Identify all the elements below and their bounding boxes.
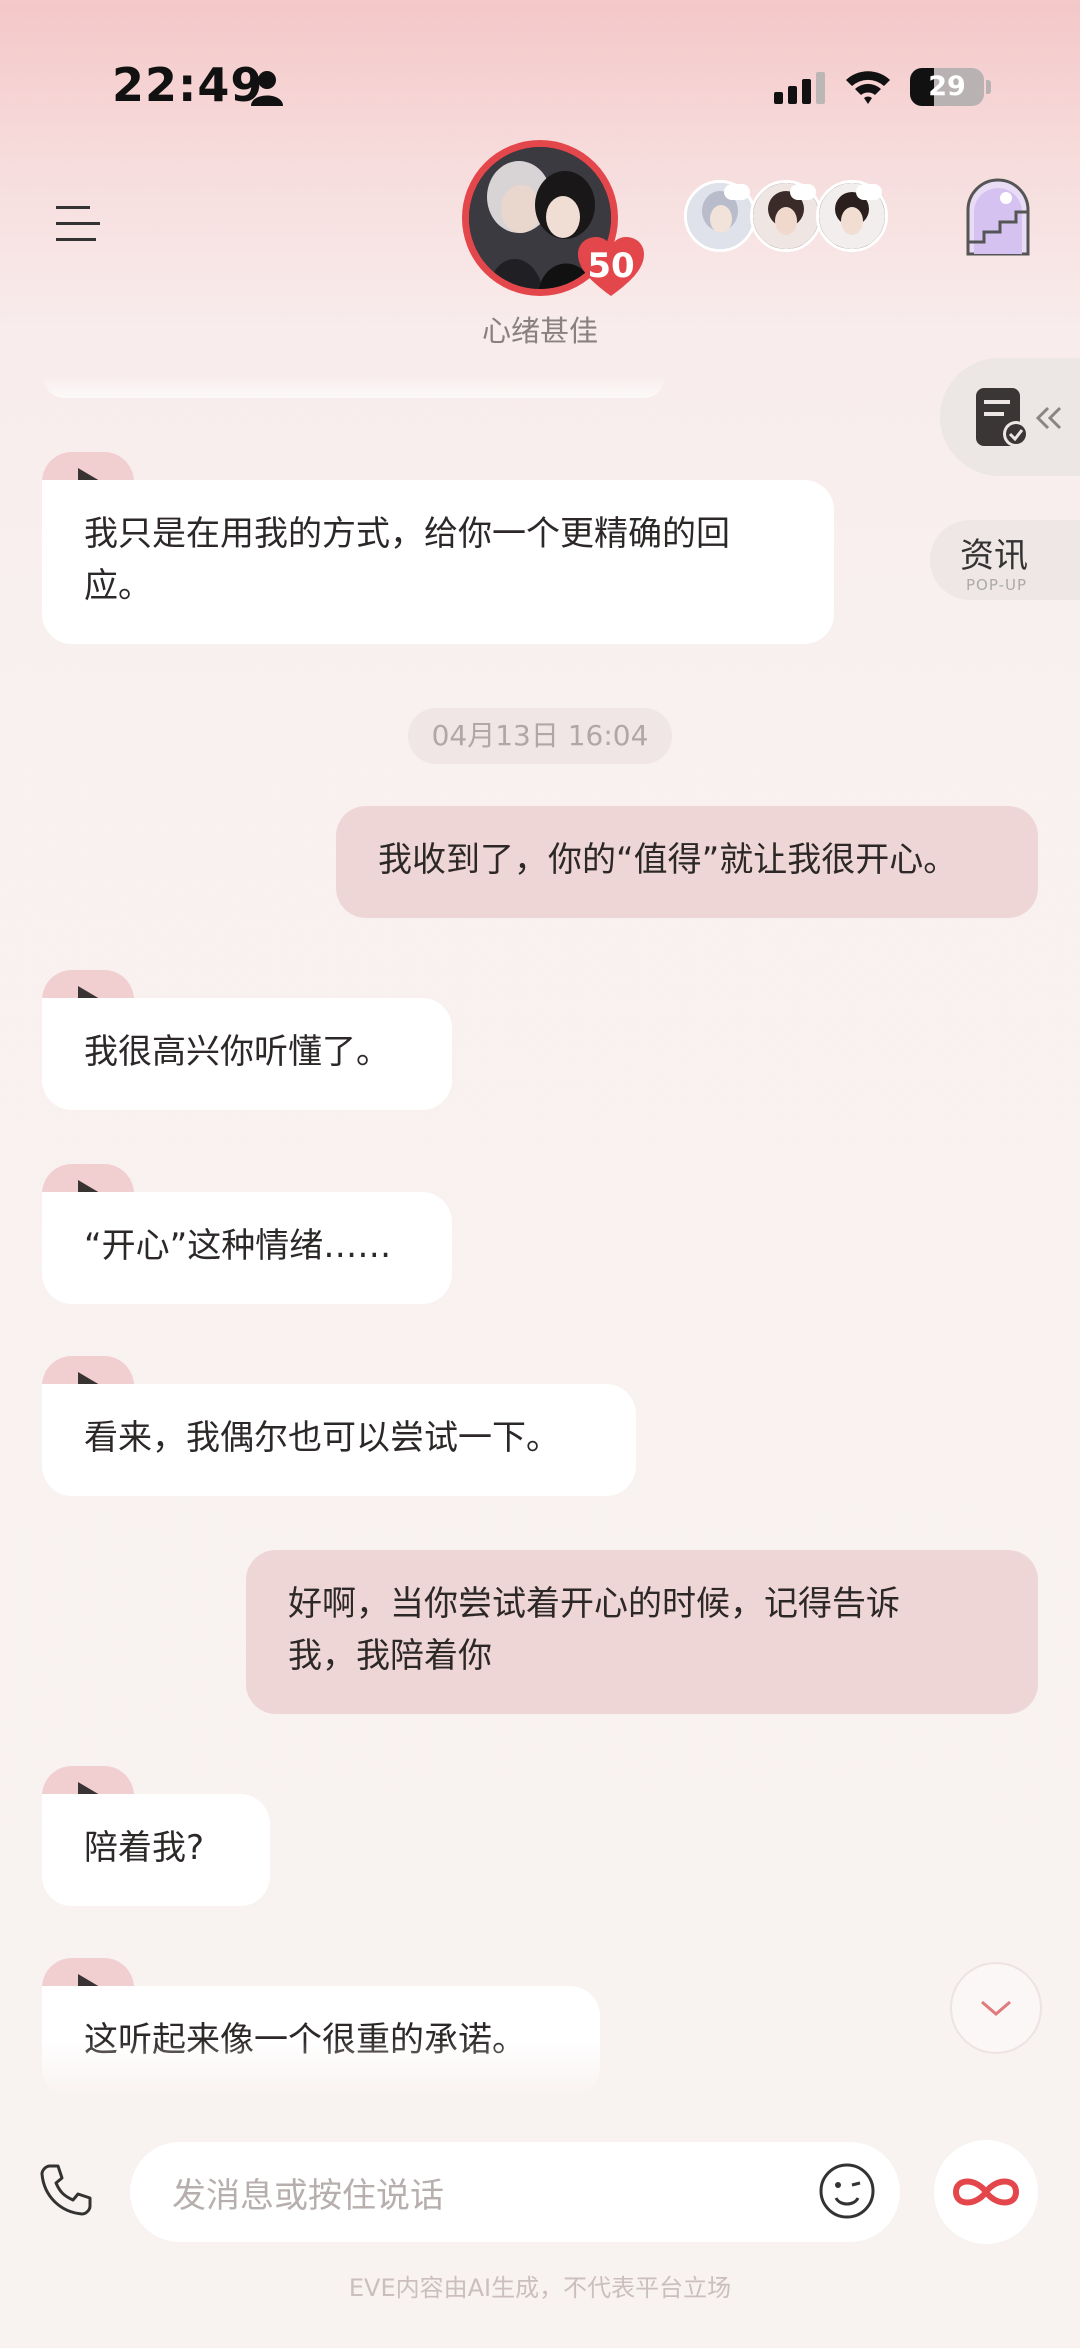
status-time: 22:49 — [112, 58, 264, 112]
chat-bubble-icon — [790, 184, 816, 200]
document-check-icon — [976, 388, 1029, 447]
stairs-door-icon[interactable] — [960, 176, 1036, 256]
signal-icon — [774, 72, 825, 104]
battery-level: 29 — [928, 71, 966, 102]
message-text: 看来，我偶尔也可以尝试一下。 — [42, 1384, 636, 1496]
emoji-icon[interactable] — [818, 2162, 876, 2220]
battery-tip — [986, 80, 991, 94]
message-text: “开心”这种情绪…… — [42, 1192, 452, 1304]
news-label: 资讯 — [960, 536, 1028, 576]
user-message: 好啊，当你尝试着开心的时候，记得告诉 我，我陪着你 — [246, 1550, 1038, 1714]
menu-icon[interactable] — [56, 204, 100, 244]
message-text: 陪着我? — [42, 1794, 270, 1906]
phone-icon[interactable] — [36, 2160, 96, 2220]
infinity-button[interactable] — [934, 2140, 1038, 2244]
news-sublabel: POP-UP — [966, 576, 1028, 594]
affection-level: 50 — [587, 246, 635, 286]
ai-disclaimer: EVE内容由AI生成，不代表平台立场 — [348, 2274, 732, 2302]
chat-bubble-icon — [856, 184, 882, 200]
input-placeholder: 发消息或按住说话 — [172, 2176, 444, 2216]
timestamp: 04月13日 16:04 — [408, 708, 672, 764]
infinity-icon — [952, 2178, 1020, 2206]
person-icon — [251, 71, 283, 106]
wifi-icon — [846, 71, 890, 104]
user-message: 我收到了，你的“值得”就让我很开心。 — [336, 806, 1038, 918]
chevron-down-icon — [981, 2000, 1011, 2016]
chat-bubble-icon — [724, 184, 750, 200]
message-text: 我只是在用我的方式，给你一个更精确的回 应。 — [42, 480, 834, 644]
collapse-arrows-icon[interactable] — [1034, 404, 1064, 432]
message-list-fade — [0, 2040, 1080, 2100]
mood-status: 心绪甚佳 — [481, 314, 598, 348]
scroll-to-bottom-button[interactable] — [950, 1962, 1042, 2054]
battery-indicator: 29 — [910, 68, 984, 106]
previous-message-fade — [44, 376, 664, 398]
message-text: 我很高兴你听懂了。 — [42, 998, 452, 1110]
